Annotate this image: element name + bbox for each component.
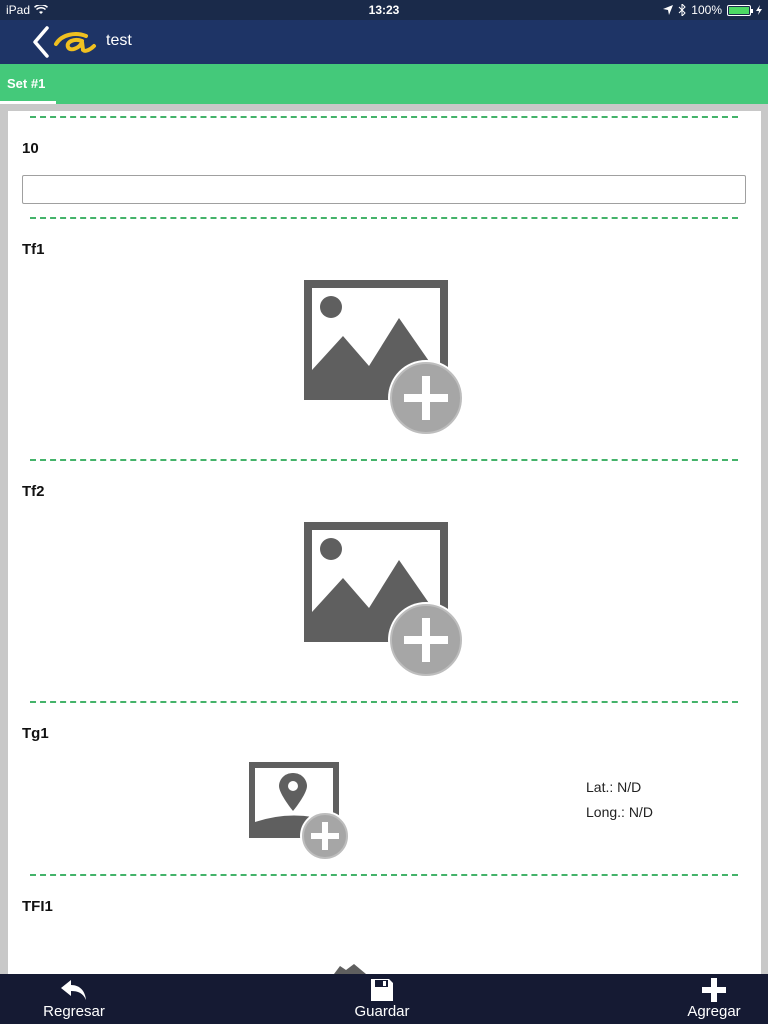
text-field-10[interactable]	[22, 175, 746, 204]
field-divider	[30, 116, 738, 118]
back-button-label: Regresar	[43, 1003, 105, 1020]
back-button[interactable]: Regresar	[38, 974, 110, 1024]
longitude-value: Long.: N/D	[586, 804, 653, 820]
add-geo-image-button-tg1[interactable]	[248, 761, 358, 861]
file-picker-icon[interactable]	[326, 961, 376, 974]
plus-icon	[702, 978, 726, 1002]
status-bar: iPad 13:23 100%	[0, 0, 768, 20]
tab-strip: Set #1	[0, 64, 768, 104]
tab-set-1[interactable]: Set #1	[0, 64, 56, 104]
bluetooth-icon	[678, 4, 687, 16]
form-panel[interactable]: 10 Tf1 Tf2 Tg1 Lat.: N/D Long.: N/D TFI1	[8, 111, 761, 974]
save-button-label: Guardar	[354, 1003, 410, 1020]
battery-percent: 100%	[691, 3, 722, 17]
latitude-value: Lat.: N/D	[586, 779, 642, 795]
field-label-tfi1: TFI1	[22, 898, 53, 915]
field-divider	[30, 701, 738, 703]
field-label-10: 10	[22, 140, 39, 157]
geo-coordinates: Lat.: N/D Long.: N/D	[586, 775, 653, 825]
floppy-disk-icon	[371, 979, 393, 1001]
field-label-tg1: Tg1	[22, 725, 49, 742]
undo-arrow-icon	[61, 980, 86, 1000]
field-divider	[30, 874, 738, 876]
tab-label: Set #1	[7, 76, 46, 91]
save-button[interactable]: Guardar	[346, 974, 418, 1024]
add-button[interactable]: Agregar	[680, 974, 748, 1024]
field-divider	[30, 459, 738, 461]
add-button-label: Agregar	[687, 1003, 741, 1020]
page-title: test	[106, 32, 132, 49]
app-logo-icon	[54, 32, 96, 53]
back-chevron-icon[interactable]	[30, 26, 52, 58]
status-time: 13:23	[368, 3, 400, 17]
field-divider	[30, 217, 738, 219]
bottom-toolbar: Regresar Guardar Agregar	[0, 974, 768, 1024]
battery-icon	[727, 4, 753, 16]
charging-icon	[756, 5, 762, 15]
active-tab-indicator	[0, 101, 56, 104]
navigation-bar: test	[0, 20, 768, 64]
field-label-tf1: Tf1	[22, 241, 45, 258]
field-label-tf2: Tf2	[22, 483, 45, 500]
add-image-button-tf2[interactable]	[303, 521, 473, 681]
location-arrow-icon	[663, 5, 674, 15]
add-image-button-tf1[interactable]	[303, 279, 473, 439]
